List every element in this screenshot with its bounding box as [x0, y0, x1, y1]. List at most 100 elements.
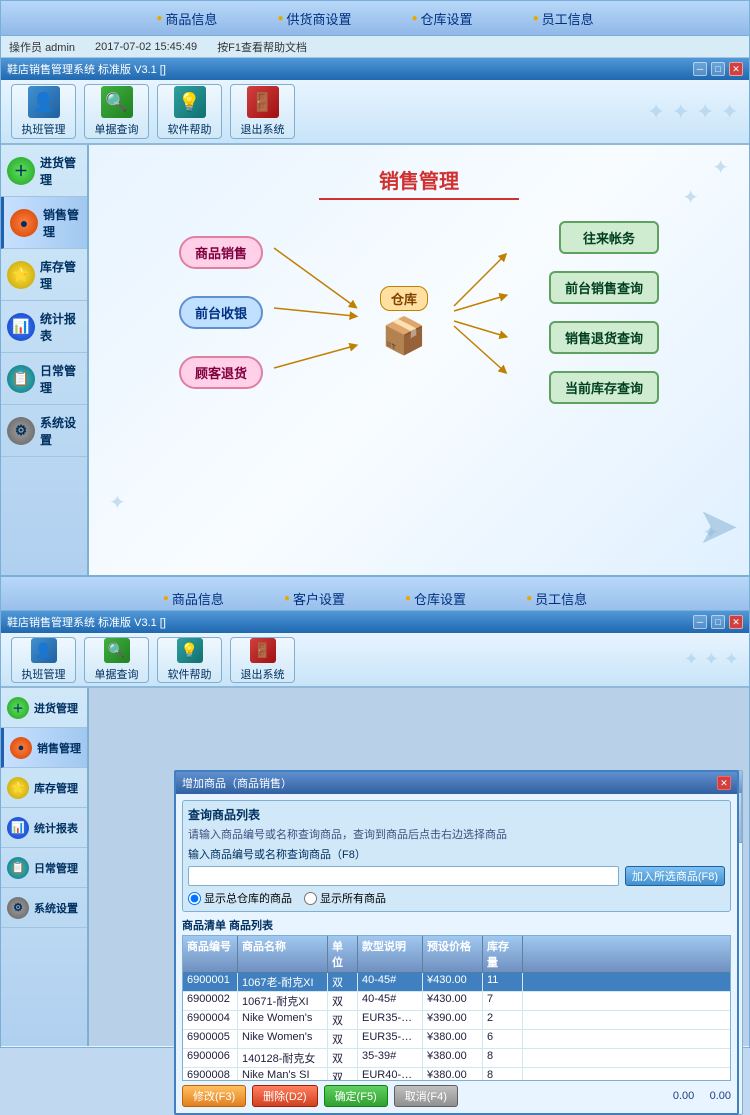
- diag-stock-query[interactable]: 当前库存查询: [549, 371, 659, 404]
- diagram-content: 商品销售 前台收银 顾客退货 仓库 📦: [179, 216, 659, 416]
- maximize-button[interactable]: □: [711, 62, 725, 76]
- radio-row: 显示总仓库的商品 显示所有商品: [188, 890, 725, 906]
- radio-warehouse[interactable]: 显示总仓库的商品: [188, 890, 292, 906]
- nav-supplier[interactable]: 供货商设置: [277, 9, 351, 28]
- diag-return[interactable]: 顾客退货: [179, 356, 263, 389]
- minimize-button-bot[interactable]: ─: [693, 615, 707, 629]
- bot-sidebar-settings[interactable]: ⚙ 系统设置: [1, 888, 87, 928]
- sidebar-item-daily[interactable]: 📋 日常管理: [1, 353, 87, 405]
- help-hint1: 按F1查看帮助文档: [217, 39, 307, 55]
- minimize-button[interactable]: ─: [693, 62, 707, 76]
- query-button-bot[interactable]: 🔍 单据查询: [84, 637, 149, 683]
- exit-button[interactable]: 🚪 退出系统: [230, 84, 295, 139]
- diag-product-sales[interactable]: 商品销售: [179, 236, 263, 269]
- bot-daily-icon: 📋: [7, 857, 29, 879]
- product-list: 商品编号 商品名称 单位 款型说明 预设价格 库存量 6900001 1067老…: [182, 935, 731, 1081]
- radio-warehouse-input[interactable]: [188, 892, 201, 905]
- modify-button[interactable]: 修改(F3): [182, 1085, 246, 1107]
- close-button[interactable]: ✕: [729, 62, 743, 76]
- delete-button[interactable]: 删除(D2): [252, 1085, 317, 1107]
- bot-reports-icon: 📊: [7, 817, 29, 839]
- bot-sales-icon: ●: [10, 737, 32, 759]
- search-section: 查询商品列表 请输入商品编号或名称查询商品，查询到商品后点击右边选择商品 输入商…: [182, 800, 731, 912]
- bot-sidebar-sales[interactable]: ● 销售管理: [1, 728, 87, 768]
- bot-settings-icon: ⚙: [7, 897, 29, 919]
- sales-diagram: 销售管理 商品销售 前台收银 顾客退货 仓库 📦: [109, 165, 729, 416]
- help-icon: 💡: [174, 86, 206, 118]
- bot-nav-product[interactable]: 商品信息: [163, 589, 224, 608]
- close-button-bot[interactable]: ✕: [729, 615, 743, 629]
- exit-button-bot[interactable]: 🚪 退出系统: [230, 637, 295, 683]
- diag-sales-query[interactable]: 前台销售查询: [549, 271, 659, 304]
- confirm-button[interactable]: 确定(F5): [324, 1085, 388, 1107]
- query-icon: 🔍: [101, 86, 133, 118]
- diag-accounts[interactable]: 往来帐务: [559, 221, 659, 254]
- bot-content: 增加商品（商品销售） ✕ 查询商品列表 请输入商品编号或名称查询商品，查询到商品…: [89, 688, 749, 1046]
- inventory-icon: ⭐: [7, 261, 35, 289]
- table-row[interactable]: 6900001 1067老-耐克XI 双 40-45# ¥430.00 11: [183, 973, 730, 992]
- win-title-bot: 鞋店销售管理系统 标准版 V3.1 [] ─ □ ✕: [1, 611, 749, 633]
- sidebar-top: ＋ 进货管理 ● 销售管理 ⭐ 库存管理 📊 统计报表 📋 日常管理 ⚙ 系统设: [1, 145, 89, 575]
- product-modal: 增加商品（商品销售） ✕ 查询商品列表 请输入商品编号或名称查询商品，查询到商品…: [174, 770, 739, 1115]
- bot-sidebar-purchase[interactable]: ＋ 进货管理: [1, 688, 87, 728]
- win-title-top: 鞋店销售管理系统 标准版 V3.1 [] ─ □ ✕: [1, 58, 749, 80]
- modal-body: 查询商品列表 请输入商品编号或名称查询商品，查询到商品后点击右边选择商品 输入商…: [176, 794, 737, 1113]
- help-button-bot[interactable]: 💡 软件帮助: [157, 637, 222, 683]
- nav-employee[interactable]: 员工信息: [533, 9, 594, 28]
- list-body: 6900001 1067老-耐克XI 双 40-45# ¥430.00 11 6…: [183, 973, 730, 1081]
- bot-inventory-icon: ⭐: [7, 777, 29, 799]
- query-button[interactable]: 🔍 单据查询: [84, 84, 149, 139]
- bot-sidebar-inventory[interactable]: ⭐ 库存管理: [1, 768, 87, 808]
- radio-all[interactable]: 显示所有商品: [304, 890, 386, 906]
- sales-icon: ●: [10, 209, 38, 237]
- top-window: 商品信息 供货商设置 仓库设置 员工信息 操作员 admin 2017-07-0…: [0, 0, 750, 610]
- sidebar-item-reports[interactable]: 📊 统计报表: [1, 301, 87, 353]
- col-price: 预设价格: [423, 936, 483, 972]
- exit-icon: 🚪: [247, 86, 279, 118]
- deco-arrow: ➤: [697, 497, 739, 555]
- table-row[interactable]: 6900006 140128-耐克女 双 35-39# ¥380.00 8: [183, 1049, 730, 1068]
- main-area: ＋ 进货管理 ● 销售管理 ⭐ 库存管理 📊 统计报表 📋 日常管理 ⚙ 系统设: [1, 145, 749, 575]
- query-icon-bot: 🔍: [104, 638, 130, 663]
- price-display: 0.00 0.00: [673, 1090, 731, 1102]
- sidebar-item-inventory[interactable]: ⭐ 库存管理: [1, 249, 87, 301]
- sidebar-item-settings[interactable]: ⚙ 系统设置: [1, 405, 87, 457]
- table-row[interactable]: 6900005 Nike Women's 双 EUR35-39# ¥380.00…: [183, 1030, 730, 1049]
- cancel-button[interactable]: 取消(F4): [394, 1085, 458, 1107]
- radio-all-input[interactable]: [304, 892, 317, 905]
- list-header: 商品编号 商品名称 单位 款型说明 预设价格 库存量: [183, 936, 730, 973]
- bot-sidebar-reports[interactable]: 📊 统计报表: [1, 808, 87, 848]
- table-row[interactable]: 6900008 Nike Man's SI 双 EUR40-45# ¥380.0…: [183, 1068, 730, 1081]
- nav-warehouse[interactable]: 仓库设置: [412, 9, 473, 28]
- modal-close-button[interactable]: ✕: [717, 776, 731, 790]
- diag-cashier[interactable]: 前台收银: [179, 296, 263, 329]
- bot-main: ＋ 进货管理 ● 销售管理 ⭐ 库存管理 📊 统计报表 📋 日常管理 ⚙ 系统设: [1, 688, 749, 1046]
- list-title: 商品清单 商品列表: [182, 917, 731, 933]
- table-row[interactable]: 6900002 10671-耐克XI 双 40-45# ¥430.00 7: [183, 992, 730, 1011]
- bot-nav-employee[interactable]: 员工信息: [526, 589, 587, 608]
- search-hint: 请输入商品编号或名称查询商品，查询到商品后点击右边选择商品: [188, 826, 725, 842]
- bot-sidebar-daily[interactable]: 📋 日常管理: [1, 848, 87, 888]
- win-controls: ─ □ ✕: [693, 62, 743, 76]
- bot-nav-warehouse[interactable]: 仓库设置: [405, 589, 466, 608]
- help-icon-bot: 💡: [177, 638, 203, 663]
- shift-icon: 👤: [28, 86, 60, 118]
- modal-buttons: 修改(F3) 删除(D2) 确定(F5) 取消(F4) 0.00 0.00: [182, 1081, 731, 1107]
- diagram-title: 销售管理: [109, 165, 729, 200]
- table-row[interactable]: 6900004 Nike Women's 双 EUR35-39# ¥390.00…: [183, 1011, 730, 1030]
- bot-nav-customer[interactable]: 客户设置: [284, 589, 345, 608]
- nav-product-info[interactable]: 商品信息: [156, 9, 217, 28]
- shift-manage-button-bot[interactable]: 👤 执班管理: [11, 637, 76, 683]
- maximize-button-bot[interactable]: □: [711, 615, 725, 629]
- help-button[interactable]: 💡 软件帮助: [157, 84, 222, 139]
- sidebar-item-purchase[interactable]: ＋ 进货管理: [1, 145, 87, 197]
- diag-return-query[interactable]: 销售退货查询: [549, 321, 659, 354]
- sidebar-item-sales[interactable]: ● 销售管理: [1, 197, 87, 249]
- shift-manage-button[interactable]: 👤 执班管理: [11, 84, 76, 139]
- add-selected-button[interactable]: 加入所选商品(F8): [625, 866, 725, 886]
- search-input[interactable]: [188, 866, 619, 886]
- bottom-window: 鞋店销售管理系统 标准版 V3.1 [] ─ □ ✕ 👤 执班管理 🔍 单据查询…: [0, 610, 750, 1048]
- col-type: 款型说明: [358, 936, 423, 972]
- content-area: ✦ ✦ ✦ ✦ 销售管理 商品销售 前台收银 顾客退货 仓库 📦: [89, 145, 749, 575]
- operator-label: 操作员 admin: [9, 39, 75, 55]
